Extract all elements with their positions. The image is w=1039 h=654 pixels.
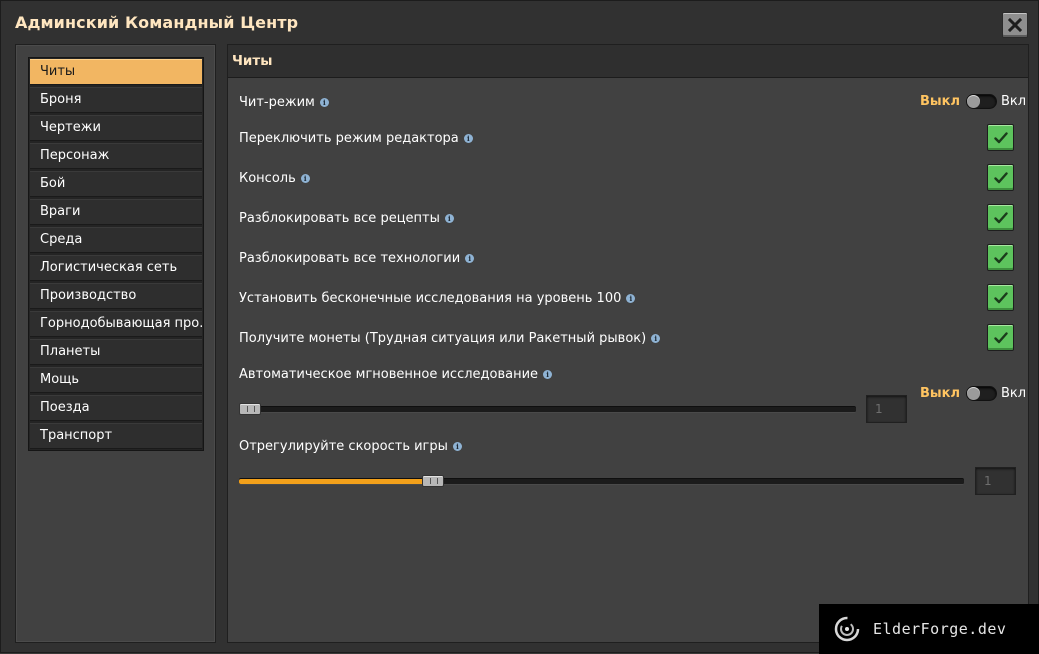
close-button[interactable] [1002,12,1028,38]
sidebar-item[interactable]: Поезда [30,395,202,421]
setting-checkbox[interactable] [987,204,1014,231]
info-icon[interactable]: i [444,214,454,223]
checkmark-icon [993,291,1008,303]
sidebar-item[interactable]: Логистическая сеть [30,255,202,281]
sidebar-item[interactable]: Транспорт [30,423,202,449]
elderforge-logo-icon [834,616,860,642]
setting-label-text: Переключить режим редактора [239,131,459,146]
setting-label-text: Разблокировать все рецепты [239,211,440,226]
info-icon[interactable]: i [319,98,329,107]
checkmark-icon [993,331,1008,343]
info-icon[interactable]: i [452,442,462,451]
setting-label: Разблокировать все рецепты i [239,211,454,226]
window-title: Админский Командный Центр [15,13,299,32]
sidebar-item[interactable]: Бой [30,171,202,197]
checkmark-icon [993,131,1008,143]
slider-fill [239,479,433,484]
setting-checkbox[interactable] [987,124,1014,151]
switch-off-label: Выкл [920,94,961,109]
checkmark-icon [993,251,1008,263]
toggle-knob [967,387,981,400]
setting-checkbox[interactable] [987,164,1014,191]
auto-research-slider[interactable] [239,406,856,413]
checkmark-icon [993,171,1008,183]
sidebar-item[interactable]: Чертежи [30,115,202,141]
sidebar-item[interactable]: Мощь [30,367,202,393]
auto-research-slider-handle[interactable] [239,403,261,415]
cheat-mode-switch: Выкл Вкл [920,94,1026,109]
game-speed-value-input[interactable]: 1 [975,467,1016,495]
game-speed-slider[interactable] [239,478,964,485]
sidebar-panel: Читы Броня Чертежи Персонаж Бой Враги Среда Лог… [15,44,216,643]
watermark: ElderForge.dev [819,604,1039,654]
content-title: Читы [232,53,273,69]
sidebar-item[interactable]: Среда [30,227,202,253]
titlebar: Админский Командный Центр [1,1,1038,45]
setting-label-text: Получите монеты (Трудная ситуация или Ра… [239,331,647,346]
cheat-mode-toggle[interactable] [966,94,998,109]
sidebar-item[interactable]: Враги [30,199,202,225]
setting-label: Получите монеты (Трудная ситуация или Ра… [239,331,661,346]
watermark-text: ElderForge.dev [873,620,1007,638]
auto-research-value-input[interactable]: 1 [866,395,907,423]
setting-label: Переключить режим редактора i [239,131,473,146]
content-header: Читы [228,45,1028,78]
setting-checkbox[interactable] [987,324,1014,351]
setting-checkbox[interactable] [987,284,1014,311]
setting-label: Разблокировать все технологии i [239,251,475,266]
sidebar-item[interactable]: Горнодобывающая про... [30,311,202,337]
info-icon[interactable]: i [463,134,473,143]
sidebar-list: Читы Броня Чертежи Персонаж Бой Враги Среда Лог… [28,57,204,451]
toggle-knob [967,95,981,108]
cheat-mode-label-text: Чит-режим [239,95,315,110]
game-speed-label-text: Отрегулируйте скорость игры [239,439,448,454]
setting-label: Консоль i [239,171,310,186]
info-icon[interactable]: i [626,294,636,303]
cheat-mode-label: Чит-режим i [239,95,329,110]
close-icon [1008,18,1022,32]
setting-label-text: Консоль [239,171,296,186]
auto-research-label-text: Автоматическое мгновенное исследование [239,367,539,382]
switch-on-label: Вкл [1001,386,1027,401]
sidebar-item[interactable]: Броня [30,87,202,113]
switch-on-label: Вкл [1001,94,1027,109]
game-speed-label: Отрегулируйте скорость игры i [239,439,462,454]
game-speed-slider-handle[interactable] [421,475,444,487]
admin-command-center-window: Админский Командный Центр Читы Броня Черте… [0,0,1039,654]
setting-label-text: Установить бесконечные исследования на у… [239,291,622,306]
sidebar-item[interactable]: Планеты [30,339,202,365]
content-panel: Читы Чит-режим i Выкл Вкл Переключить ре… [227,44,1029,643]
info-icon[interactable]: i [300,174,310,183]
sidebar-item[interactable]: Персонаж [30,143,202,169]
info-icon[interactable]: i [465,254,475,263]
auto-research-toggle[interactable] [966,386,998,401]
setting-label-text: Разблокировать все технологии [239,251,461,266]
auto-research-label: Автоматическое мгновенное исследование i [239,367,553,382]
auto-research-switch: Выкл Вкл [920,386,1026,401]
info-icon[interactable]: i [651,334,661,343]
setting-checkbox[interactable] [987,244,1014,271]
info-icon[interactable]: i [543,370,553,379]
checkmark-icon [993,211,1008,223]
setting-label: Установить бесконечные исследования на у… [239,291,636,306]
switch-off-label: Выкл [920,386,961,401]
sidebar-item[interactable]: Производство [30,283,202,309]
sidebar-item[interactable]: Читы [30,59,202,85]
